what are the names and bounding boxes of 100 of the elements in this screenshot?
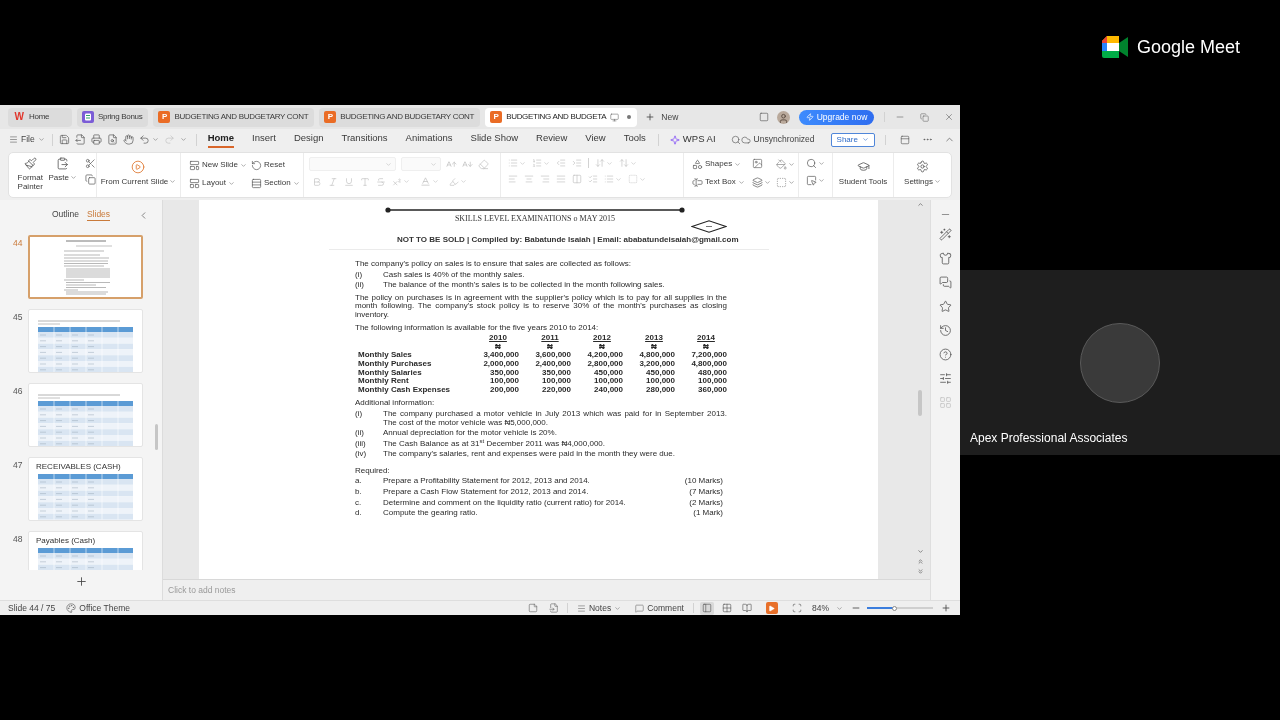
- window-icon[interactable]: [759, 112, 769, 122]
- chat-bubbles-icon[interactable]: [939, 276, 952, 289]
- ribbon-tab[interactable]: Design: [293, 131, 324, 148]
- body-text: The Cash Balance as at 31$^{st}$ December 2011 was ₦4,000,000.: [383, 439, 606, 449]
- notes-button[interactable]: Notes: [576, 601, 622, 615]
- shirt-icon[interactable]: [939, 252, 952, 265]
- upgrade-button[interactable]: Upgrade now: [799, 109, 874, 125]
- paste-button[interactable]: Paste: [48, 157, 77, 182]
- reset-button[interactable]: Reset: [251, 159, 306, 171]
- note-icon[interactable]: [527, 603, 538, 613]
- arrange-icon[interactable]: [752, 176, 763, 188]
- redo-icon[interactable]: [163, 134, 175, 145]
- notes-field[interactable]: Click to add notes: [163, 579, 930, 600]
- share-button[interactable]: Share: [830, 132, 875, 147]
- scroll-up-icon[interactable]: [916, 201, 924, 208]
- currency-header: ₦: [702, 342, 710, 352]
- row-label: Monthly Cash Expenses: [357, 385, 452, 395]
- presentation-logo: P: [490, 111, 503, 123]
- search-icon[interactable]: [730, 134, 741, 145]
- caret-icon[interactable]: [836, 604, 843, 612]
- shapes-button[interactable]: Shapes: [692, 158, 744, 170]
- student-tools-button[interactable]: Student Tools: [838, 160, 888, 186]
- magic-wand-icon[interactable]: [939, 228, 952, 241]
- star-icon[interactable]: [939, 300, 952, 313]
- ribbon-tab[interactable]: Slide Show: [470, 131, 519, 148]
- meet-logo-icon: [1101, 35, 1129, 58]
- from-current-slide-button[interactable]: From Current Slide: [100, 160, 177, 186]
- caret-icon: [385, 160, 392, 168]
- document-tab[interactable]: P BUDGETING AND BUDGETARY CONT: [153, 107, 315, 127]
- undo-icon[interactable]: [138, 134, 150, 145]
- outline-icon[interactable]: [776, 176, 787, 188]
- ribbon-tab[interactable]: Insert: [252, 131, 276, 148]
- fill-icon[interactable]: [776, 158, 787, 170]
- normal-view-icon[interactable]: [700, 601, 714, 615]
- caret-icon[interactable]: [179, 136, 187, 143]
- layout-button[interactable]: Layout: [189, 177, 251, 189]
- select-icon[interactable]: [806, 175, 817, 186]
- add-slide-icon[interactable]: [74, 574, 88, 588]
- list-marker: (i): [355, 409, 364, 420]
- caret-icon: [37, 136, 45, 143]
- save-icon[interactable]: [58, 134, 70, 145]
- slide-number: 45: [12, 311, 24, 323]
- text-box-button[interactable]: Text Box: [692, 176, 744, 188]
- sliders-icon[interactable]: [939, 372, 952, 385]
- play-slideshow-icon[interactable]: [766, 602, 778, 614]
- grid-icon[interactable]: [939, 396, 952, 409]
- section-button[interactable]: Section: [251, 177, 306, 189]
- ai-button[interactable]: WPS AI: [669, 132, 716, 147]
- cut-icon[interactable]: [85, 158, 96, 169]
- ribbon-tab[interactable]: View: [585, 131, 606, 148]
- slide-thumbnail[interactable]: Payables (Cash): [28, 531, 143, 570]
- document-tab[interactable]: P BUDGETING AND BUDGETARY CONT: [319, 107, 481, 127]
- scrollbar-thumb[interactable]: [155, 424, 158, 450]
- restore-icon[interactable]: [920, 112, 929, 122]
- document-tab[interactable]: P BUDGETING AND BUDGETA: [485, 107, 638, 127]
- copy-icon[interactable]: [85, 174, 96, 185]
- close-icon[interactable]: [944, 112, 954, 122]
- ribbon-tab[interactable]: Review: [536, 131, 568, 148]
- reading-view-icon[interactable]: [740, 601, 754, 615]
- picture-icon[interactable]: [752, 158, 763, 169]
- format-painter-button[interactable]: Format Painter: [16, 157, 45, 191]
- avatar-icon[interactable]: [777, 110, 790, 124]
- caret-icon: [861, 136, 869, 143]
- next-slide-icon[interactable]: [916, 568, 924, 575]
- document-tab[interactable]: W Home: [8, 107, 72, 127]
- list-marker: b.: [355, 488, 363, 497]
- file-input-icon[interactable]: [548, 603, 559, 613]
- print-icon[interactable]: [90, 134, 102, 145]
- comment-button[interactable]: Comment: [635, 601, 684, 615]
- new-tab-button[interactable]: New: [645, 110, 679, 124]
- settings-button[interactable]: Settings: [904, 160, 941, 186]
- ribbon-tab[interactable]: Animations: [405, 131, 453, 148]
- zoom-slider-thumb[interactable]: [892, 605, 898, 611]
- theme-button[interactable]: Office Theme: [66, 601, 130, 615]
- hand-icon[interactable]: [122, 134, 134, 145]
- zoom-in-icon[interactable]: [941, 603, 951, 613]
- previous-slide-icon[interactable]: [916, 558, 924, 565]
- sync-status[interactable]: Unsynchronized: [753, 133, 815, 146]
- grid-view-icon[interactable]: [720, 601, 734, 615]
- history-icon[interactable]: [939, 324, 952, 337]
- ribbon-tab[interactable]: Transitions: [341, 131, 388, 148]
- marks-label: (10 Marks): [684, 477, 723, 487]
- document-tab[interactable]: Spring Bonus: [77, 107, 149, 127]
- panel-tab[interactable]: Outline: [52, 209, 79, 221]
- print-preview-icon[interactable]: [106, 134, 118, 145]
- help-icon[interactable]: [939, 348, 952, 361]
- slide-counter: Slide 44 / 75: [8, 601, 56, 615]
- slide-thumbnail[interactable]: RECEIVABLES (CASH): [28, 457, 143, 521]
- file-menu[interactable]: File: [9, 133, 45, 146]
- scroll-down-icon[interactable]: [916, 548, 924, 555]
- participant-name: Apex Professional Associates: [970, 431, 1128, 446]
- ribbon-tab[interactable]: Tools: [623, 131, 646, 148]
- panel-icon[interactable]: [899, 134, 910, 145]
- file-export-icon[interactable]: [74, 134, 86, 145]
- ribbon-tab[interactable]: Home: [207, 131, 235, 148]
- scrollbar-thumb[interactable]: [918, 390, 922, 416]
- fit-to-window-icon[interactable]: [792, 603, 802, 613]
- zoom-level[interactable]: 84%: [812, 601, 829, 615]
- find-icon[interactable]: [806, 158, 817, 169]
- new-slide-button[interactable]: New Slide: [189, 159, 251, 171]
